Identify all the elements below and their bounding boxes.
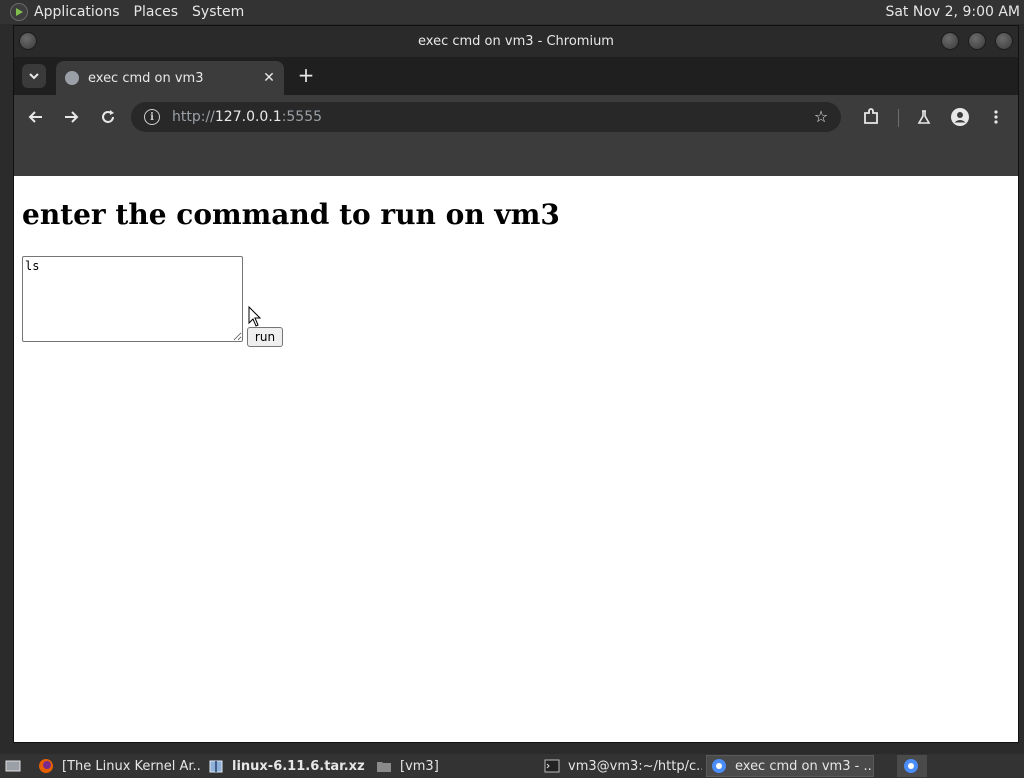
labs-button[interactable] [910, 103, 938, 131]
bottom-taskbar: [The Linux Kernel Ar... linux-6.11.6.tar… [0, 754, 1024, 778]
browser-toolbar: i http:// 127.0.0.1 :5555 ☆ [14, 95, 1018, 139]
taskbar-item-chromium[interactable]: exec cmd on vm3 - ... [706, 755, 874, 777]
chromium-icon [904, 759, 918, 773]
menu-places[interactable]: Places [134, 4, 179, 20]
taskbar-item-label: vm3@vm3:~/http/c... [568, 758, 702, 774]
close-tab-icon[interactable]: ✕ [260, 69, 278, 87]
window-menu-button[interactable] [19, 32, 37, 50]
url-port: :5555 [281, 109, 323, 125]
chevron-down-icon [29, 72, 39, 79]
minimize-button[interactable] [941, 32, 959, 50]
tab-exec-cmd[interactable]: exec cmd on vm3 ✕ [56, 61, 284, 95]
arrow-left-icon [28, 111, 42, 123]
arrow-right-icon [65, 111, 79, 123]
taskbar-item-label: linux-6.11.6.tar.xz [232, 758, 365, 774]
tab-title: exec cmd on vm3 [88, 70, 204, 86]
profile-button[interactable] [946, 103, 974, 131]
page-heading: enter the command to run on vm3 [22, 198, 560, 231]
taskbar-item-terminal[interactable]: vm3@vm3:~/http/c... [540, 755, 702, 777]
terminal-icon [544, 759, 560, 773]
panel-clock[interactable]: Sat Nov 2, 9:00 AM [885, 4, 1020, 20]
top-panel: Applications Places System Sat Nov 2, 9:… [0, 0, 1024, 24]
kebab-menu-icon [994, 110, 998, 124]
taskbar-item-folder[interactable]: [vm3] [372, 755, 532, 777]
flask-icon [917, 110, 931, 124]
command-textarea[interactable]: ls [22, 256, 243, 342]
new-tab-button[interactable]: + [295, 65, 317, 87]
site-info-icon[interactable]: i [144, 109, 160, 125]
taskbar-item-archive[interactable]: linux-6.11.6.tar.xz [204, 755, 366, 777]
chrome-menu-button[interactable] [982, 103, 1010, 131]
archive-icon [209, 760, 223, 773]
show-desktop-button[interactable] [2, 755, 26, 777]
puzzle-icon [864, 108, 878, 124]
browser-window: exec cmd on vm3 - Chromium exec cmd on v… [13, 25, 1019, 743]
taskbar-item-label: exec cmd on vm3 - ... [735, 758, 874, 774]
reload-icon [102, 110, 114, 123]
toolbar-band [14, 139, 1018, 176]
bookmark-star-icon[interactable]: ☆ [811, 107, 831, 127]
maximize-button[interactable] [968, 32, 986, 50]
forward-button[interactable] [57, 103, 85, 131]
page-viewport: enter the command to run on vm3 ls run [14, 176, 1018, 742]
desktop-icon [5, 760, 21, 772]
globe-icon [65, 71, 79, 85]
url-host: 127.0.0.1 [214, 109, 282, 125]
folder-icon [377, 762, 391, 772]
mouse-cursor-icon [248, 306, 262, 327]
extensions-button[interactable] [857, 103, 885, 131]
avatar-icon [951, 108, 969, 126]
tab-search-button[interactable] [22, 64, 46, 88]
toolbar-separator [898, 109, 899, 127]
menu-system[interactable]: System [192, 4, 244, 20]
window-title: exec cmd on vm3 - Chromium [418, 34, 614, 49]
window-titlebar[interactable]: exec cmd on vm3 - Chromium [14, 26, 1018, 57]
chromium-icon [712, 759, 726, 773]
workspace-switcher[interactable] [897, 755, 927, 777]
address-bar[interactable]: i http:// 127.0.0.1 :5555 ☆ [131, 102, 841, 132]
url-scheme: http:// [172, 109, 215, 125]
reload-button[interactable] [94, 103, 122, 131]
taskbar-item-label: [vm3] [400, 758, 439, 774]
run-button[interactable]: run [247, 327, 283, 347]
taskbar-item-firefox[interactable]: [The Linux Kernel Ar... [34, 755, 200, 777]
firefox-icon [39, 759, 53, 773]
close-window-button[interactable] [995, 32, 1013, 50]
distro-logo-icon[interactable] [10, 3, 28, 21]
menu-applications[interactable]: Applications [34, 4, 120, 20]
taskbar-item-label: [The Linux Kernel Ar... [62, 758, 200, 774]
tab-strip: exec cmd on vm3 ✕ + [14, 57, 1018, 95]
back-button[interactable] [22, 103, 50, 131]
